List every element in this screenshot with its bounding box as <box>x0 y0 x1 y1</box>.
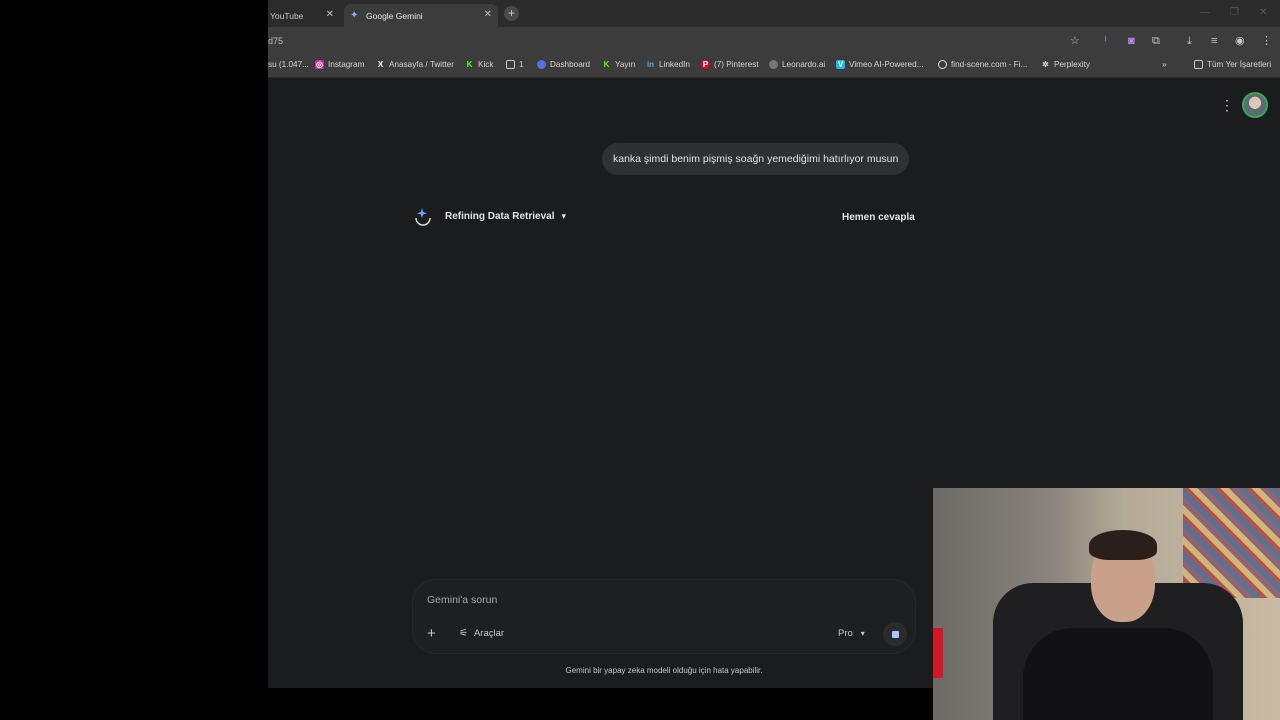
bookmarks-overflow-button[interactable]: » <box>1162 60 1167 69</box>
restore-icon[interactable]: ❐ <box>1230 7 1239 18</box>
bookmark-item[interactable]: Dashboard <box>537 60 590 69</box>
all-bookmarks-button[interactable]: Tüm Yer İşaretleri <box>1194 60 1271 69</box>
close-icon[interactable]: ✕ <box>484 9 492 20</box>
close-window-icon[interactable]: ✕ <box>1259 7 1267 18</box>
model-selector[interactable]: Pro ▾ <box>838 628 865 639</box>
red-object <box>933 628 943 678</box>
kick-icon: K <box>466 60 473 69</box>
linkedin-icon: in <box>646 60 655 69</box>
tab-label: YouTube <box>270 10 304 21</box>
gemini-sparkle-icon: ✦ <box>350 9 359 21</box>
bookmark-item[interactable]: su (1.047... <box>268 60 309 69</box>
webcam-overlay <box>933 488 1280 720</box>
thinking-toggle[interactable]: Refining Data Retrieval ▾ <box>413 206 566 226</box>
prompt-input[interactable] <box>427 594 807 606</box>
x-icon: X <box>377 60 384 69</box>
bookmark-item[interactable]: Leonardo.ai <box>769 60 825 69</box>
tab-strip: YouTube ✕ ✦ Google Gemini ✕ + — ❐ ✕ <box>268 0 1280 27</box>
thinking-label: Refining Data Retrieval <box>445 210 555 222</box>
bookmark-item[interactable]: K Yayın <box>602 60 636 69</box>
person-hair <box>1089 530 1157 560</box>
folder-icon <box>1194 60 1203 69</box>
answer-now-button[interactable]: Hemen cevapla <box>842 212 915 223</box>
poster-wall <box>1183 488 1280 598</box>
model-label: Pro <box>838 628 853 639</box>
bookmark-item[interactable]: find-scene.com - Fi... <box>938 60 1027 69</box>
extension-icon[interactable]: ⁾ <box>1104 35 1107 47</box>
vimeo-icon: V <box>836 60 845 69</box>
bookmark-item[interactable]: V Vimeo AI-Powered... <box>836 60 923 69</box>
tab-youtube[interactable]: YouTube ✕ <box>268 4 340 27</box>
user-message-bubble: kanka şimdi benim pişmiş soağn yemediğim… <box>602 143 910 175</box>
profile-icon[interactable]: ◉ <box>1235 35 1245 47</box>
avatar[interactable] <box>1242 92 1268 118</box>
tools-label: Araçlar <box>473 628 505 639</box>
bookmark-item[interactable]: P (7) Pinterest <box>701 60 759 69</box>
extension-icon[interactable]: ◙ <box>1128 35 1135 47</box>
download-icon[interactable]: ⤓ <box>1187 35 1192 47</box>
user-message-text: kanka şimdi benim pişmiş soağn yemediğim… <box>613 153 899 165</box>
tab-label: Google Gemini <box>366 10 423 21</box>
kick-icon: K <box>603 60 610 69</box>
chevron-down-icon: ▾ <box>860 629 865 638</box>
screen: YouTube ✕ ✦ Google Gemini ✕ + — ❐ ✕ d75 … <box>0 0 1280 720</box>
address-bar[interactable]: d75 <box>268 36 283 46</box>
leonardo-icon <box>769 60 778 69</box>
findscene-icon <box>938 60 947 69</box>
perplexity-icon: ✲ <box>1042 60 1049 69</box>
instagram-icon: ◎ <box>315 60 324 69</box>
chevron-double-right-icon: » <box>1162 60 1167 69</box>
stop-icon <box>892 631 899 638</box>
puzzle-icon[interactable]: ⧉ <box>1152 35 1160 47</box>
pinterest-icon: P <box>701 60 710 69</box>
dashboard-icon <box>537 60 546 69</box>
browser-toolbar: d75 ☆ ⁾ ◙ ⧉ ⤓ ≡ ◉ ⋮ <box>268 27 1280 56</box>
bookmark-item[interactable]: X Anasayfa / Twitter <box>376 60 454 69</box>
bookmark-item[interactable]: K Kick <box>465 60 494 69</box>
add-icon[interactable]: + <box>427 625 436 642</box>
disclaimer-text: Gemini bir yapay zeka modeli olduğu için… <box>565 666 763 675</box>
new-tab-button[interactable]: + <box>504 6 519 21</box>
gemini-spinner-icon <box>415 208 431 226</box>
folder-icon <box>506 60 515 69</box>
bookmark-item[interactable]: ◎ Instagram <box>315 60 364 69</box>
bookmarks-bar: su (1.047... ◎ Instagram X Anasayfa / Tw… <box>268 56 1280 78</box>
stop-button[interactable] <box>883 622 907 646</box>
tab-google-gemini[interactable]: ✦ Google Gemini ✕ <box>344 4 498 27</box>
more-options-icon[interactable]: ⋮ <box>1220 97 1234 114</box>
tools-button[interactable]: ⚟ Araçlar <box>459 628 504 639</box>
bookmark-folder[interactable]: 1 <box>506 60 524 69</box>
bookmark-item[interactable]: ✲ Perplexity <box>1041 60 1090 69</box>
close-icon[interactable]: ✕ <box>326 9 334 20</box>
sliders-icon: ⚟ <box>459 628 468 639</box>
chevron-down-icon: ▾ <box>561 210 567 221</box>
person-body <box>1023 628 1213 720</box>
media-icon[interactable]: ≡ <box>1211 35 1217 47</box>
bookmark-item[interactable]: in LinkedIn <box>646 60 690 69</box>
minimize-icon[interactable]: — <box>1200 7 1210 18</box>
menu-icon[interactable]: ⋮ <box>1261 35 1272 47</box>
prompt-composer: + ⚟ Araçlar Pro ▾ <box>412 579 916 654</box>
star-icon[interactable]: ☆ <box>1070 35 1080 47</box>
